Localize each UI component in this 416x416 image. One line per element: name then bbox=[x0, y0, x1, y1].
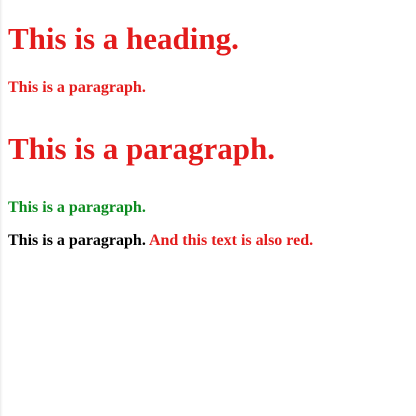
paragraph-mixed-black-text: This is a paragraph. bbox=[8, 232, 146, 249]
window-left-edge bbox=[0, 0, 3, 416]
main-heading: This is a heading. bbox=[8, 21, 239, 56]
paragraph-red-large: This is a paragraph. bbox=[8, 131, 276, 166]
paragraph-red-small: This is a paragraph. bbox=[8, 79, 146, 96]
paragraph-mixed-red-text: And this text is also red. bbox=[148, 232, 314, 249]
paragraph-green: This is a paragraph. bbox=[8, 199, 146, 216]
paragraph-mixed: This is a paragraph. And this text is al… bbox=[8, 231, 313, 250]
